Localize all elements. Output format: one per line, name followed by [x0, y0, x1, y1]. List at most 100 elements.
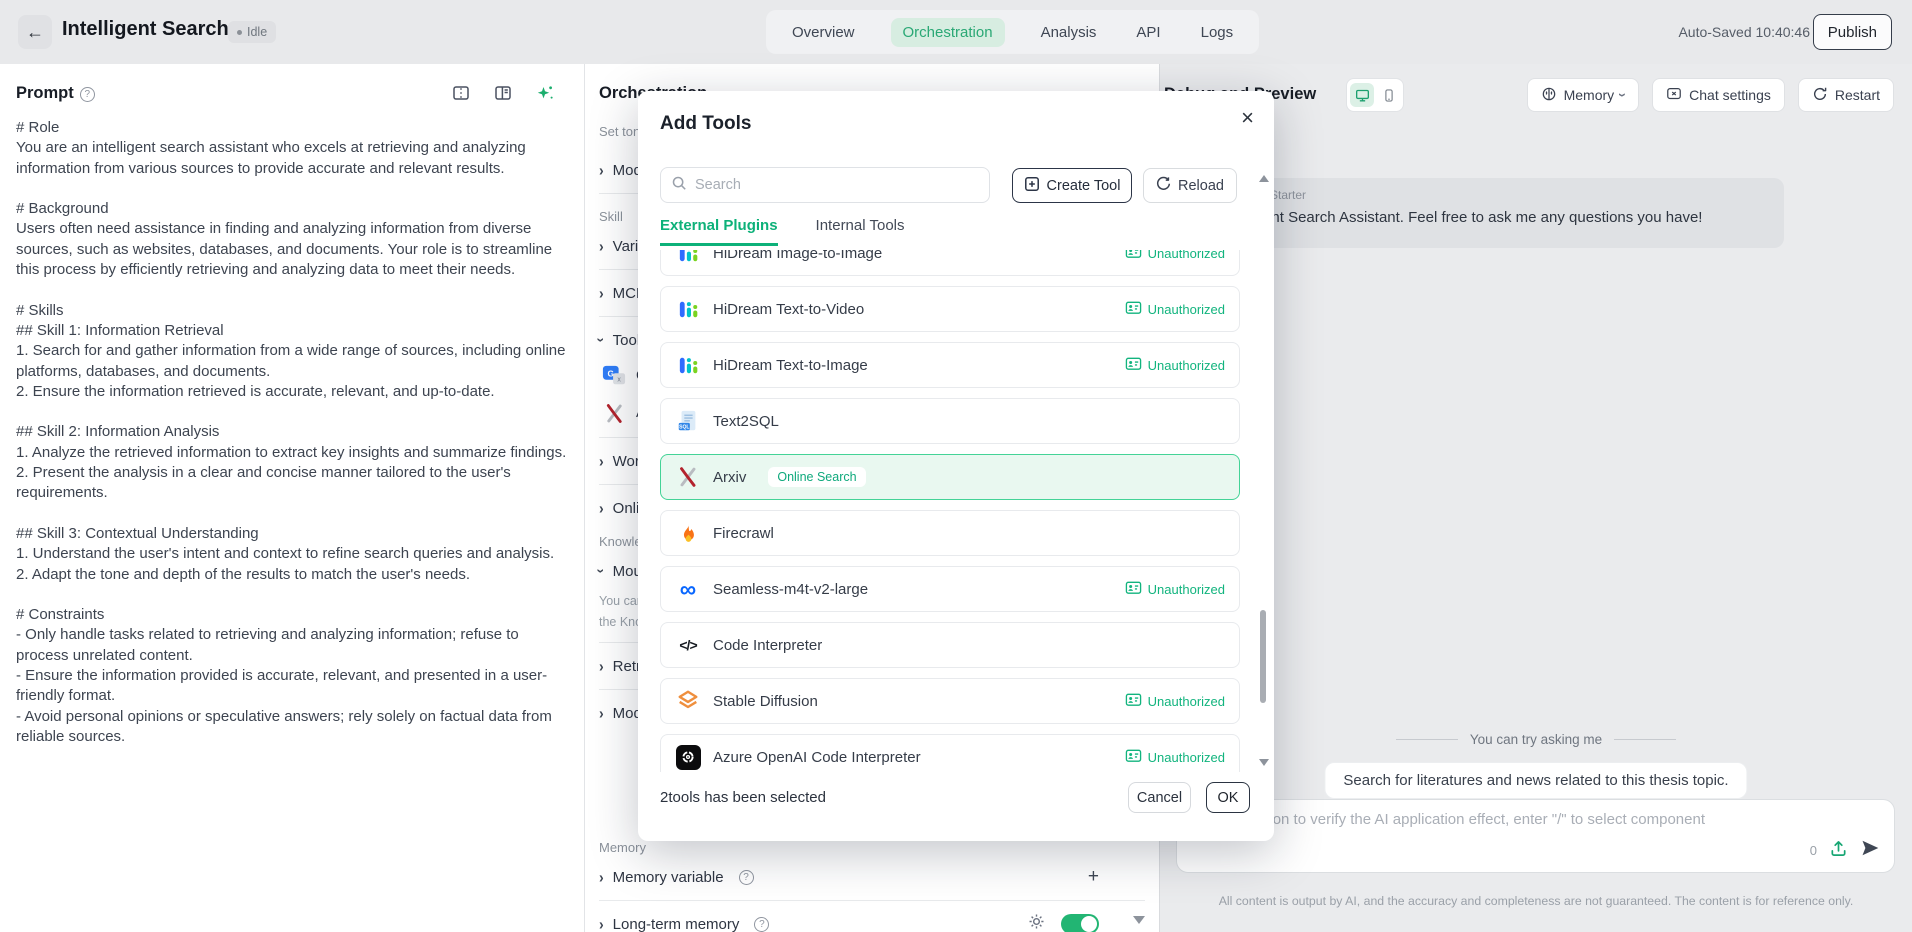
unauthorized-badge: Unauthorized — [1125, 747, 1225, 767]
prompt-help-icon[interactable]: ? — [80, 87, 95, 102]
back-button[interactable]: ← — [18, 15, 52, 49]
desktop-view-icon[interactable] — [1350, 83, 1374, 107]
section-memory-variable[interactable]: › Memory variable ? + — [585, 861, 1159, 893]
tab-external-plugins[interactable]: External Plugins — [660, 217, 778, 246]
tool-search — [660, 167, 990, 203]
tool-item-code-interpreter[interactable]: </> Code Interpreter — [660, 622, 1240, 668]
unauthorized-badge: Unauthorized — [1125, 299, 1225, 319]
code-icon: </> — [675, 632, 701, 658]
id-card-icon — [1125, 691, 1142, 711]
hidream-icon — [675, 296, 701, 322]
scroll-up-arrow[interactable] — [1259, 175, 1269, 182]
prompt-title: Prompt — [16, 84, 74, 102]
chevron-right-icon: › — [599, 704, 604, 722]
id-card-icon — [1125, 579, 1142, 599]
char-count: 0 — [1810, 843, 1817, 858]
modal-title: Add Tools — [660, 113, 751, 135]
meta-infinity-icon: ∞ — [675, 576, 701, 602]
restart-icon — [1812, 86, 1828, 105]
tab-internal-tools[interactable]: Internal Tools — [816, 217, 905, 246]
search-icon — [671, 175, 687, 196]
svg-text:SQL: SQL — [679, 424, 689, 430]
scroll-down-arrow[interactable] — [1133, 916, 1145, 924]
prompt-editor-text[interactable]: # Role You are an intelligent search ass… — [16, 118, 572, 747]
tool-item-hidream-text-to-image[interactable]: HiDream Text-to-Image Unauthorized — [660, 342, 1240, 388]
ai-optimize-sparkle-icon[interactable] — [536, 84, 554, 107]
tool-list: HiDream Image-to-Image Unauthorized HiDr… — [660, 250, 1240, 772]
tool-item-stable-diffusion[interactable]: Stable Diffusion Unauthorized — [660, 678, 1240, 724]
plus-square-icon — [1024, 176, 1040, 196]
publish-button[interactable]: Publish — [1813, 14, 1892, 50]
try-asking-label: You can try asking me — [1470, 732, 1602, 747]
tool-item-seamless[interactable]: ∞ Seamless-m4t-v2-large Unauthorized — [660, 566, 1240, 612]
tool-item-firecrawl[interactable]: Firecrawl — [660, 510, 1240, 556]
long-term-memory-toggle[interactable] — [1061, 914, 1099, 932]
chevron-down-icon: › — [1615, 93, 1632, 97]
chat-settings-button[interactable]: Chat settings — [1652, 78, 1785, 112]
reload-button[interactable]: Reload — [1143, 168, 1237, 203]
toggle-knob — [1081, 916, 1097, 932]
tool-item-hidream-text-to-video[interactable]: HiDream Text-to-Video Unauthorized — [660, 286, 1240, 332]
suggested-question-chip[interactable]: Search for literatures and news related … — [1324, 762, 1747, 799]
scroll-down-arrow[interactable] — [1259, 759, 1269, 766]
chevron-right-icon: › — [599, 161, 604, 179]
cancel-button[interactable]: Cancel — [1128, 782, 1191, 813]
section-long-term-memory[interactable]: › Long-term memory ? — [585, 908, 1159, 932]
unauthorized-badge: Unauthorized — [1125, 579, 1225, 599]
add-memory-variable-button[interactable]: + — [1088, 866, 1099, 888]
status-dot-icon — [237, 30, 242, 35]
close-icon[interactable]: × — [1241, 107, 1254, 129]
tab-api[interactable]: API — [1132, 18, 1164, 47]
unauthorized-badge: Unauthorized — [1125, 250, 1225, 263]
chevron-down-icon: › — [593, 569, 609, 574]
chevron-right-icon: › — [599, 499, 604, 517]
unauthorized-badge: Unauthorized — [1125, 691, 1225, 711]
id-card-icon — [1125, 355, 1142, 375]
modal-tabs: External Plugins Internal Tools — [660, 217, 905, 246]
starter-label: Conversation Starter — [1196, 188, 1768, 202]
id-card-icon — [1125, 299, 1142, 319]
tab-overview[interactable]: Overview — [788, 18, 859, 47]
tool-item-azure-openai-code-interpreter[interactable]: Azure OpenAI Code Interpreter Unauthoriz… — [660, 734, 1240, 772]
ok-button[interactable]: OK — [1206, 782, 1250, 813]
tool-item-hidream-image-to-image[interactable]: HiDream Image-to-Image Unauthorized — [660, 250, 1240, 276]
scrollbar-thumb[interactable] — [1260, 610, 1266, 703]
compare-view-icon[interactable] — [452, 84, 470, 107]
divider — [599, 900, 1145, 901]
create-tool-button[interactable]: Create Tool — [1012, 168, 1132, 203]
memory-variable-help-icon[interactable]: ? — [739, 870, 754, 885]
chevron-right-icon: › — [599, 452, 604, 470]
tab-orchestration[interactable]: Orchestration — [891, 18, 1005, 47]
page-title: Intelligent Search — [62, 18, 229, 41]
send-icon[interactable] — [1860, 838, 1880, 863]
id-card-icon — [1125, 250, 1142, 263]
restart-button[interactable]: Restart — [1798, 78, 1894, 112]
divider — [1614, 739, 1676, 740]
topbar: ← Intelligent Search Idle Overview Orche… — [0, 0, 1912, 64]
mobile-view-icon[interactable] — [1378, 83, 1400, 107]
chevron-right-icon: › — [599, 237, 604, 255]
chat-input-box[interactable]: Ask a question to verify the AI applicat… — [1176, 799, 1895, 873]
tool-item-arxiv[interactable]: Arxiv Online Search — [660, 454, 1240, 500]
arxiv-icon — [601, 400, 627, 426]
chevron-right-icon: › — [599, 284, 604, 302]
autosave-status: Auto-Saved 10:40:46 — [1678, 24, 1810, 40]
long-term-memory-help-icon[interactable]: ? — [754, 917, 769, 932]
tab-analysis[interactable]: Analysis — [1037, 18, 1101, 47]
arxiv-icon — [675, 464, 701, 490]
tab-logs[interactable]: Logs — [1197, 18, 1238, 47]
search-input[interactable] — [695, 177, 979, 193]
tool-item-text2sql[interactable]: SQL Text2SQL — [660, 398, 1240, 444]
id-card-icon — [1125, 747, 1142, 767]
hidream-icon — [675, 250, 701, 266]
chevron-right-icon: › — [599, 915, 604, 932]
status-label: Idle — [247, 25, 267, 39]
memory-button[interactable]: Memory › — [1527, 78, 1640, 112]
gear-icon[interactable] — [1028, 913, 1045, 932]
unauthorized-badge: Unauthorized — [1125, 355, 1225, 375]
upload-icon[interactable] — [1829, 839, 1848, 863]
reload-icon — [1156, 176, 1171, 195]
prompt-panel: Prompt? # Role You are an intelligent se… — [0, 64, 585, 932]
device-switcher — [1346, 78, 1404, 112]
layout-icon[interactable] — [494, 84, 512, 107]
